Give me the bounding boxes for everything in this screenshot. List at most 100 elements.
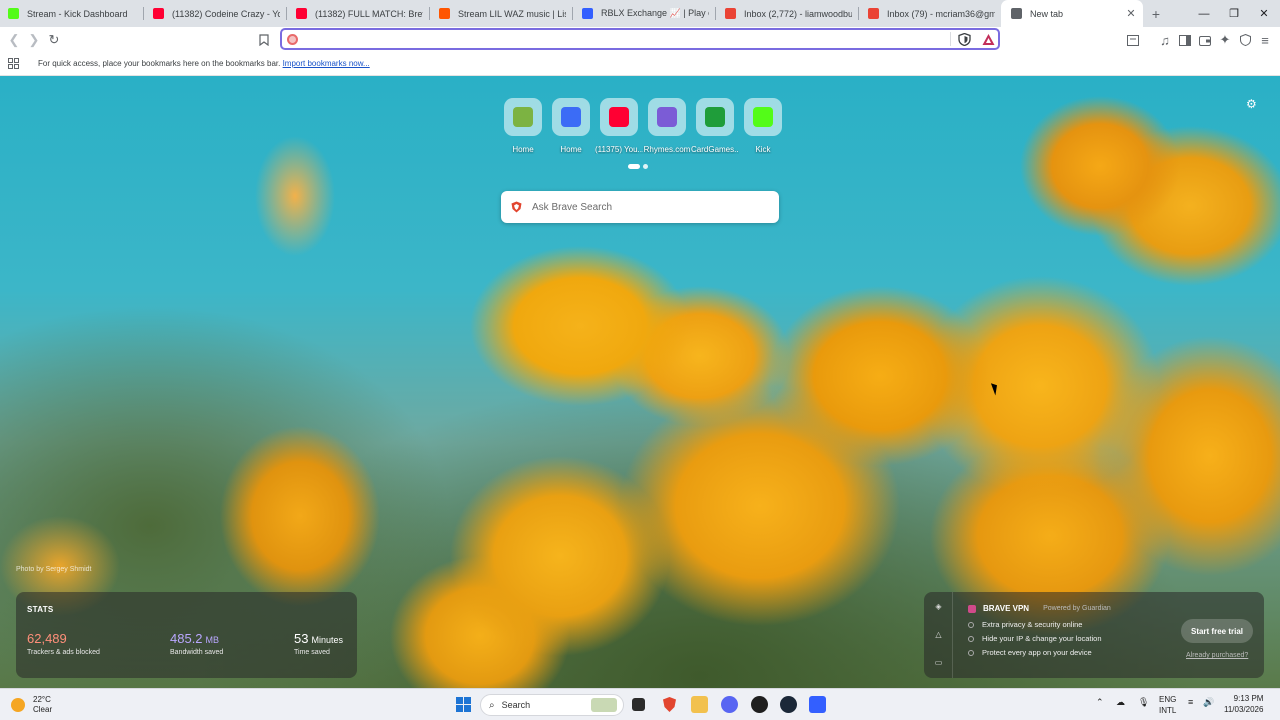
file-explorer-icon[interactable] bbox=[691, 696, 708, 713]
vpn-shield-icon[interactable]: ◈ bbox=[934, 602, 943, 611]
discord-icon[interactable] bbox=[721, 696, 738, 713]
vpn-feature-text: Protect every app on your device bbox=[982, 648, 1092, 657]
pager-dot-active[interactable] bbox=[628, 164, 640, 169]
sidebar-icon[interactable] bbox=[1175, 30, 1195, 50]
close-window-button[interactable]: ✕ bbox=[1249, 0, 1279, 27]
kick-icon bbox=[753, 107, 773, 127]
already-purchased-link[interactable]: Already purchased? bbox=[1186, 652, 1248, 659]
tab-title: (11382) Codeine Crazy - YouTube bbox=[172, 8, 280, 19]
tab-title: (11382) FULL MATCH: Bret Hart bbox=[315, 8, 423, 19]
maximize-button[interactable]: ❐ bbox=[1219, 0, 1249, 27]
microphone-icon[interactable]: 🎙 bbox=[1138, 697, 1149, 708]
apps-grid-icon[interactable] bbox=[8, 58, 19, 69]
tab-3[interactable]: (11382) FULL MATCH: Bret Hart bbox=[286, 0, 429, 27]
top-site-icon-box bbox=[552, 98, 590, 136]
brave-browser-icon[interactable] bbox=[661, 696, 678, 713]
system-clock[interactable]: 9:13 PM 11/03/2026 bbox=[1224, 693, 1263, 715]
forward-icon[interactable]: ❯ bbox=[24, 30, 44, 50]
trackers-stat: 62,489 Trackers & ads blocked bbox=[27, 631, 100, 656]
menu-icon[interactable]: ≡ bbox=[1255, 30, 1275, 50]
brave-search-box[interactable]: Ask Brave Search bbox=[501, 191, 779, 223]
bandwidth-desc: Bandwidth saved bbox=[170, 649, 224, 656]
vpn-title: BRAVE VPN Powered by Guardian bbox=[968, 604, 1111, 613]
tab-5[interactable]: RBLX Exchange 📈 | Play on Roblox bbox=[572, 0, 715, 27]
stats-widget: STATS 62,489 Trackers & ads blocked 485.… bbox=[16, 592, 357, 678]
tab-6[interactable]: Inbox (2,772) - liamwoodbury2 bbox=[715, 0, 858, 27]
moon-weather-icon bbox=[11, 698, 25, 712]
soundcloud-icon bbox=[439, 8, 450, 19]
wallet-icon[interactable] bbox=[1195, 30, 1215, 50]
windows-start-icon[interactable] bbox=[455, 696, 472, 713]
youtube-icon bbox=[153, 8, 164, 19]
vpn-powered-by: Powered by Guardian bbox=[1043, 605, 1111, 612]
tab-1[interactable]: Stream - Kick Dashboard bbox=[0, 0, 143, 27]
tab-2[interactable]: (11382) Codeine Crazy - YouTube bbox=[143, 0, 286, 27]
vpn-logo-icon bbox=[968, 604, 976, 613]
vpn-feature: Extra privacy & security online bbox=[968, 620, 1082, 629]
onedrive-icon[interactable]: ☁ bbox=[1116, 697, 1125, 708]
steam-icon[interactable] bbox=[780, 696, 797, 713]
rewards-triangle-icon[interactable]: △ bbox=[934, 630, 943, 639]
vpn-feature: Hide your IP & change your location bbox=[968, 634, 1102, 643]
new-tab-page: Home Home (11375) You... Rhymes.com CardGame… bbox=[0, 76, 1280, 688]
import-bookmarks-link[interactable]: Import bookmarks now... bbox=[283, 59, 370, 68]
bookmarks-hint: For quick access, place your bookmarks h… bbox=[38, 59, 370, 68]
top-site-label: Rhymes.com bbox=[643, 145, 691, 154]
volume-icon[interactable]: 🔊 bbox=[1203, 697, 1214, 708]
card-icon[interactable]: ▭ bbox=[934, 658, 943, 667]
leo-ai-icon[interactable]: ✦ bbox=[1215, 30, 1235, 50]
brave-shields-icon[interactable] bbox=[958, 33, 971, 46]
tab-title: RBLX Exchange 📈 | Play on Roblox bbox=[601, 8, 709, 18]
top-site-label: CardGames... bbox=[691, 145, 739, 154]
wifi-icon[interactable]: ≡ bbox=[1188, 697, 1193, 707]
lang-top: ENG bbox=[1159, 695, 1177, 704]
time-value: 53 bbox=[294, 631, 309, 646]
new-tab-button[interactable]: + bbox=[1143, 0, 1169, 27]
reload-icon[interactable]: ↻ bbox=[44, 30, 64, 50]
pager-dot[interactable] bbox=[643, 164, 648, 169]
xbox-icon[interactable] bbox=[751, 696, 768, 713]
vpn-shield-icon[interactable] bbox=[1235, 30, 1255, 50]
search-highlight-icon bbox=[591, 698, 617, 712]
tab-8[interactable]: New tab ✕ bbox=[1001, 0, 1143, 27]
youtube-icon bbox=[609, 107, 629, 127]
close-tab-icon[interactable]: ✕ bbox=[1125, 7, 1137, 20]
taskbar-search-label: Search bbox=[501, 700, 531, 710]
top-site-tile[interactable]: (11375) You... bbox=[595, 98, 643, 154]
back-icon[interactable]: ❮ bbox=[4, 30, 24, 50]
tab-7[interactable]: Inbox (79) - mcriam36@gmail.com bbox=[858, 0, 1001, 27]
top-site-tile[interactable]: CardGames... bbox=[691, 98, 739, 154]
bandwidth-unit: MB bbox=[205, 635, 220, 645]
clock-time: 9:13 PM bbox=[1233, 694, 1264, 703]
minimize-button[interactable]: — bbox=[1189, 0, 1219, 27]
reader-mode-icon[interactable] bbox=[1123, 30, 1143, 50]
bookmark-icon[interactable] bbox=[254, 30, 274, 50]
taskbar-search[interactable]: ⌕ Search bbox=[480, 694, 624, 716]
top-site-tile[interactable]: Home bbox=[499, 98, 547, 154]
weather-widget[interactable]: 22°C Clear bbox=[11, 695, 52, 715]
address-bar[interactable] bbox=[280, 28, 1000, 50]
top-site-tile[interactable]: Home bbox=[547, 98, 595, 154]
rhymes-icon bbox=[657, 107, 677, 127]
top-site-tile[interactable]: Rhymes.com bbox=[643, 98, 691, 154]
vpn-feature-text: Extra privacy & security online bbox=[982, 620, 1083, 629]
clock-date: 11/03/2026 bbox=[1224, 705, 1264, 714]
photo-credit[interactable]: Photo by Sergey Shmidt bbox=[16, 566, 92, 573]
settings-gear-icon[interactable]: ⚙ bbox=[1246, 98, 1258, 110]
tab-4[interactable]: Stream LIL WAZ music | Listen bbox=[429, 0, 572, 27]
music-icon[interactable]: ♫ bbox=[1155, 30, 1175, 50]
roblox-icon[interactable] bbox=[809, 696, 826, 713]
card-games-icon bbox=[705, 107, 725, 127]
start-free-trial-button[interactable]: Start free trial bbox=[1181, 619, 1253, 643]
top-sites-pager bbox=[628, 164, 651, 169]
top-site-tile[interactable]: Kick bbox=[739, 98, 787, 154]
search-placeholder: Ask Brave Search bbox=[532, 201, 613, 213]
show-hidden-icons-icon[interactable]: ⌃ bbox=[1096, 697, 1104, 708]
task-view-icon[interactable] bbox=[632, 698, 645, 711]
brave-rewards-icon[interactable] bbox=[982, 33, 995, 46]
language-indicator[interactable]: ENG INTL bbox=[1159, 694, 1176, 716]
top-site-label: Home bbox=[560, 145, 582, 154]
top-site-label: Kick bbox=[755, 145, 771, 154]
roblox-icon bbox=[582, 8, 593, 19]
bullet-icon bbox=[968, 635, 974, 642]
